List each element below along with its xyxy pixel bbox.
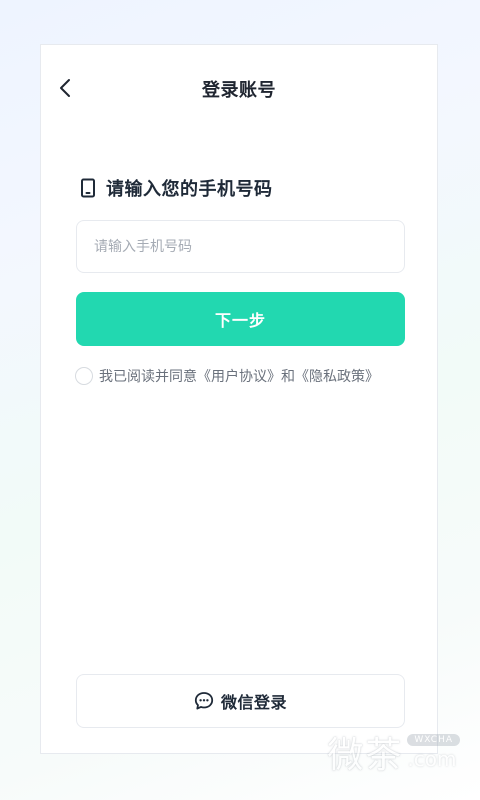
wechat-login-label: 微信登录 [220,693,287,712]
agreement-checkbox[interactable] [75,367,93,385]
privacy-policy-link[interactable]: 《隐私政策》 [295,369,379,385]
agreement-conjunction: 和 [281,369,295,385]
login-card: 登录账号 请输入您的手机号码 下一步 我已阅读并同意《用户协议》和《隐私政策》 … [40,44,438,754]
page-title: 登录账号 [202,80,276,101]
next-step-button[interactable]: 下一步 [76,292,405,346]
agreement-prefix: 我已阅读并同意 [99,369,197,385]
phone-number-input[interactable] [76,220,405,273]
phone-prompt-text: 请输入您的手机号码 [106,179,273,200]
phone-prompt: 请输入您的手机号码 [79,174,273,202]
wechat-login-button[interactable]: 微信登录 [76,674,405,728]
agreement-text: 我已阅读并同意《用户协议》和《隐私政策》 [99,366,379,386]
agreement-row: 我已阅读并同意《用户协议》和《隐私政策》 [75,365,379,387]
chat-bubble-icon [194,691,214,711]
phone-icon [79,177,97,199]
user-agreement-link[interactable]: 《用户协议》 [197,369,281,385]
